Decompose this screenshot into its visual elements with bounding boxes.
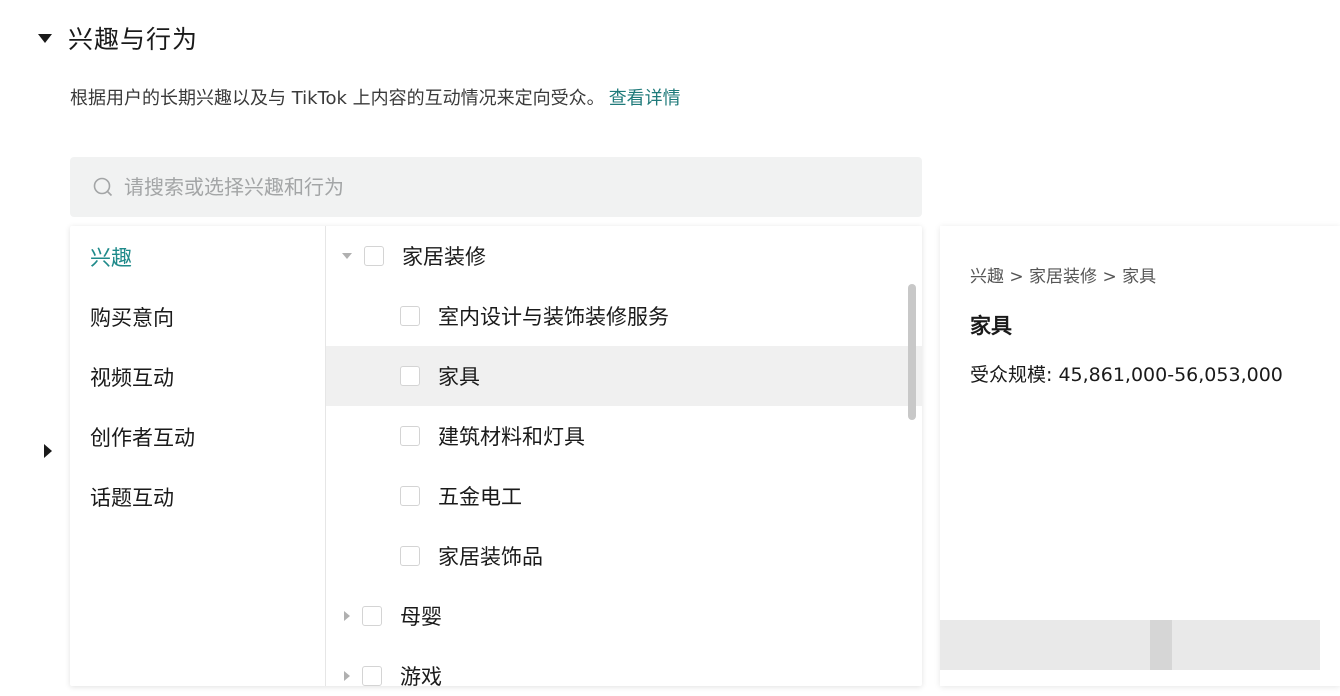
scrollbar[interactable] bbox=[908, 284, 916, 420]
category-hashtag-interactions[interactable]: 话题互动 bbox=[90, 482, 174, 512]
expand-arrow-icon[interactable] bbox=[344, 671, 350, 681]
category-purchase-intent[interactable]: 购买意向 bbox=[90, 302, 174, 332]
tree-item-interior-design[interactable]: 室内设计与装饰装修服务 bbox=[326, 286, 922, 346]
checkbox[interactable] bbox=[400, 486, 420, 506]
tree-item-label: 游戏 bbox=[400, 665, 442, 686]
category-interests[interactable]: 兴趣 bbox=[90, 242, 132, 272]
interest-tree: 家居装修 室内设计与装饰装修服务 家具 建筑材料和灯具 五金电工 家居装饰品 母… bbox=[326, 226, 922, 686]
checkbox[interactable] bbox=[400, 546, 420, 566]
category-creator-interactions[interactable]: 创作者互动 bbox=[90, 422, 195, 452]
checkbox[interactable] bbox=[362, 606, 382, 626]
collapse-caret-icon[interactable] bbox=[38, 33, 52, 43]
section-title: 兴趣与行为 bbox=[68, 25, 199, 54]
category-video-interactions[interactable]: 视频互动 bbox=[90, 362, 174, 392]
search-icon bbox=[93, 177, 113, 197]
tree-item-label: 家居装修 bbox=[402, 245, 486, 269]
search-bar[interactable] bbox=[70, 157, 922, 217]
blurred-area bbox=[1150, 620, 1172, 670]
tree-item-label: 五金电工 bbox=[438, 485, 522, 509]
tree-item-games[interactable]: 游戏 bbox=[326, 646, 922, 686]
tree-item-baby[interactable]: 母婴 bbox=[326, 586, 922, 646]
blurred-area bbox=[1172, 620, 1320, 670]
category-list: 兴趣 购买意向 视频互动 创作者互动 话题互动 bbox=[70, 226, 326, 686]
tree-item-furniture[interactable]: 家具 bbox=[326, 346, 922, 406]
checkbox[interactable] bbox=[362, 666, 382, 686]
description-text: 根据用户的长期兴趣以及与 TikTok 上内容的互动情况来定向受众。 bbox=[70, 88, 605, 109]
tree-item-home-decor[interactable]: 家居装饰品 bbox=[326, 526, 922, 586]
tree-item-label: 室内设计与装饰装修服务 bbox=[438, 305, 669, 329]
detail-panel: 兴趣 > 家居装修 > 家具 家具 受众规模: 45,861,000-56,05… bbox=[940, 226, 1340, 686]
section-header[interactable]: 兴趣与行为 bbox=[38, 18, 198, 58]
collapse-arrow-icon[interactable] bbox=[342, 253, 352, 259]
checkbox[interactable] bbox=[400, 306, 420, 326]
search-input[interactable] bbox=[122, 174, 826, 200]
tree-item-label: 家具 bbox=[438, 365, 480, 389]
selection-dropdown: 兴趣 购买意向 视频互动 创作者互动 话题互动 家居装修 室内设计与装饰装修服务… bbox=[70, 226, 922, 686]
checkbox[interactable] bbox=[400, 366, 420, 386]
tree-item-label: 家居装饰品 bbox=[438, 545, 543, 569]
tree-item-home-improvement[interactable]: 家居装修 bbox=[326, 226, 922, 286]
expand-arrow-icon[interactable] bbox=[344, 611, 350, 621]
breadcrumb: 兴趣 > 家居装修 > 家具 bbox=[970, 267, 1157, 287]
section-description: 根据用户的长期兴趣以及与 TikTok 上内容的互动情况来定向受众。 查看详情 bbox=[70, 84, 681, 110]
tree-item-label: 母婴 bbox=[400, 605, 442, 629]
checkbox[interactable] bbox=[400, 426, 420, 446]
audience-size: 受众规模: 45,861,000-56,053,000 bbox=[970, 364, 1283, 386]
detail-title: 家具 bbox=[970, 314, 1012, 338]
blurred-area bbox=[940, 620, 1150, 670]
expand-caret-icon[interactable] bbox=[44, 444, 52, 458]
tree-item-hardware[interactable]: 五金电工 bbox=[326, 466, 922, 526]
tree-item-label: 建筑材料和灯具 bbox=[438, 425, 585, 449]
checkbox[interactable] bbox=[364, 246, 384, 266]
tree-item-building-materials[interactable]: 建筑材料和灯具 bbox=[326, 406, 922, 466]
view-details-link[interactable]: 查看详情 bbox=[609, 88, 681, 109]
